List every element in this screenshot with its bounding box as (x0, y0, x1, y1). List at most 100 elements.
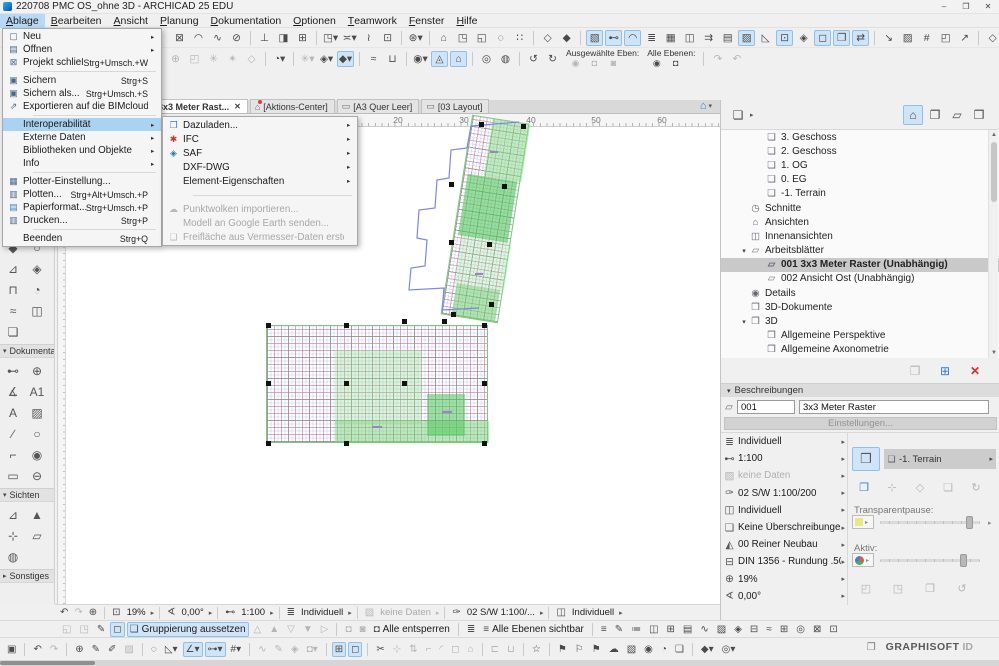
selection-handle[interactable] (442, 319, 447, 324)
toolbar-icon[interactable] (519, 52, 520, 66)
toolbar-icon[interactable]: ▦ (662, 30, 679, 46)
standard-tool[interactable]: ∿ (255, 642, 269, 657)
quick-option[interactable]: ∢ (165, 607, 177, 618)
tool-icon[interactable]: ⊕ (25, 360, 49, 381)
tree-item[interactable]: ❏ 1. OG (721, 158, 999, 172)
layer-visibility-icon[interactable]: ◙ (605, 58, 622, 69)
arrange-tool[interactable]: ◱ (59, 622, 74, 637)
trace-bottom-icon[interactable]: ↺ (952, 579, 972, 597)
toolbar-icon[interactable]: ↶ (728, 51, 745, 67)
standard-tool[interactable]: ▣ (4, 642, 19, 657)
standard-tool[interactable]: ☁ (606, 642, 622, 657)
toolbar-icon[interactable]: ↗ (956, 30, 973, 46)
layer-visibility-icon[interactable]: ◉ (648, 58, 665, 69)
tool-icon[interactable]: ◫ (25, 300, 49, 321)
window-control-button[interactable]: ✕ (977, 0, 999, 13)
tree-item[interactable]: ◫ Innenansichten (721, 229, 999, 243)
trace-action-icon[interactable]: ◇ (910, 478, 930, 496)
toolbar-icon[interactable]: ◇ (243, 51, 260, 67)
standard-tool[interactable]: ❏ (672, 642, 687, 657)
quick-option[interactable]: Individuell ▸ (299, 607, 352, 618)
standard-tool[interactable]: ⌂ (465, 642, 477, 657)
submenu-item[interactable]: ❐ Dazuladen... ▸ (163, 118, 357, 132)
toolbar-icon[interactable]: ⌂ (450, 51, 467, 67)
toolbar-icon[interactable]: ◆▾ (337, 51, 354, 67)
arrange-tool[interactable]: ≡ (598, 622, 610, 637)
tool-icon[interactable]: A (1, 402, 25, 423)
standard-tool[interactable]: ⚑ (555, 642, 570, 657)
navigator-action-icon[interactable]: ⊞ (934, 362, 956, 380)
tree-item[interactable]: ❒ 3D-Dokumente (721, 300, 999, 314)
file-menu-item[interactable]: ▢ Neu ▸ (3, 30, 161, 43)
toolbar-icon[interactable] (406, 52, 407, 66)
toolbar-icon[interactable]: ◉▾ (412, 51, 429, 67)
tool-icon[interactable]: ∡ (1, 381, 25, 402)
view-setting-row[interactable]: ⊟ DIN 1356 - Rundung .50 ▸ (721, 553, 847, 570)
arrange-tool[interactable]: ▼ (300, 622, 316, 637)
standard-tool[interactable]: ◜ (436, 642, 446, 657)
worksheet-name-field[interactable] (799, 400, 989, 414)
standard-tool[interactable] (325, 642, 327, 656)
quick-option[interactable] (444, 606, 446, 619)
tool-icon[interactable]: ⊖ (25, 465, 49, 486)
arrange-tool[interactable]: ◙ (357, 622, 369, 637)
standard-tool[interactable]: ⌐ (423, 642, 435, 657)
tool-icon[interactable] (25, 321, 49, 342)
standard-tool[interactable]: ◌ (148, 642, 160, 657)
selection-handle[interactable] (479, 122, 484, 127)
quick-option[interactable]: ⊷ (223, 607, 237, 618)
arrange-tool[interactable]: ≣ (464, 622, 478, 637)
tool-icon[interactable]: ⊓ (1, 279, 25, 300)
standard-tool[interactable]: ∠▾ (182, 641, 203, 657)
tree-item[interactable]: ❏ 3. Geschoss (721, 130, 999, 144)
toolbar-icon[interactable]: ⊡ (776, 29, 794, 46)
file-menu-item[interactable]: ▥ Plotten... Strg+Alt+Umsch.+P (3, 188, 161, 201)
transparency-slider[interactable] (880, 521, 980, 524)
trace-bottom-icon[interactable]: ◰ (856, 579, 876, 597)
standard-tool[interactable]: ↷ (47, 642, 61, 657)
tree-item[interactable]: ❏ 2. Geschoss (721, 144, 999, 158)
document-tab[interactable]: ▭ [03 Layout] (421, 99, 490, 113)
tool-icon[interactable]: ⊷ (1, 360, 25, 381)
arrange-tool[interactable]: ▲ (266, 622, 282, 637)
arrange-tool[interactable]: ◫ (646, 622, 661, 637)
quick-option[interactable]: ≣ (285, 607, 297, 618)
toolbar-icon[interactable]: ▨ (899, 30, 916, 46)
toolbar-icon[interactable]: ⊘ (228, 30, 245, 46)
toolbar-icon[interactable]: ❐ (833, 29, 851, 46)
arrange-tool[interactable]: ⊠ (810, 622, 824, 637)
toolbar-icon[interactable]: ≍▾ (341, 30, 358, 46)
quick-option[interactable]: Individuell ▸ (570, 607, 623, 618)
standard-tool[interactable]: ✎ (89, 642, 103, 657)
file-menu-item[interactable]: Externe Daten ▸ (3, 131, 161, 144)
arrange-tool[interactable]: ▷ (318, 622, 332, 637)
selection-handle[interactable] (266, 381, 271, 386)
menu-bar-item[interactable]: Ablage (0, 13, 45, 28)
toolbar-icon[interactable]: ◈▾ (318, 51, 335, 67)
toolbar-icon[interactable]: ⇄ (852, 29, 870, 46)
bottom-scrollbar[interactable] (0, 660, 999, 666)
toolbar-icon[interactable]: ⊞ (294, 30, 311, 46)
window-control-button[interactable]: ❐ (955, 0, 977, 13)
standard-tool[interactable]: ◎▾ (719, 642, 739, 657)
toolbar-icon[interactable]: ◻ (814, 29, 832, 46)
standard-tool[interactable] (24, 642, 26, 656)
view-setting-row[interactable]: ⊷ 1:100 ▸ (721, 450, 847, 467)
layer-visibility-icon[interactable]: ◘ (586, 58, 603, 69)
toolbar-icon[interactable]: ≀ (360, 30, 377, 46)
standard-tool[interactable]: ◻ (348, 641, 363, 657)
selection-handle[interactable] (344, 323, 349, 328)
arrange-tool[interactable] (336, 622, 338, 636)
quick-option[interactable]: ▨ (363, 607, 376, 618)
toolbar-icon[interactable]: ∿ (209, 30, 226, 46)
transparency-slider-thumb[interactable] (966, 516, 973, 529)
submenu-item[interactable]: ☁ Punktwolken importieren... (163, 202, 357, 216)
toolbar-icon[interactable] (316, 30, 317, 45)
toolbar-icon[interactable] (533, 30, 535, 45)
tool-icon[interactable]: ▱ (25, 525, 49, 546)
selection-handle[interactable] (502, 184, 507, 189)
arrange-tool[interactable]: ≡ Alle Ebenen sichtbar (480, 622, 587, 637)
toolbar-icon[interactable]: ✳ (205, 51, 222, 67)
scroll-up-icon[interactable]: ▲ (989, 132, 999, 138)
toolbar-icon[interactable]: ◈ (795, 30, 812, 46)
